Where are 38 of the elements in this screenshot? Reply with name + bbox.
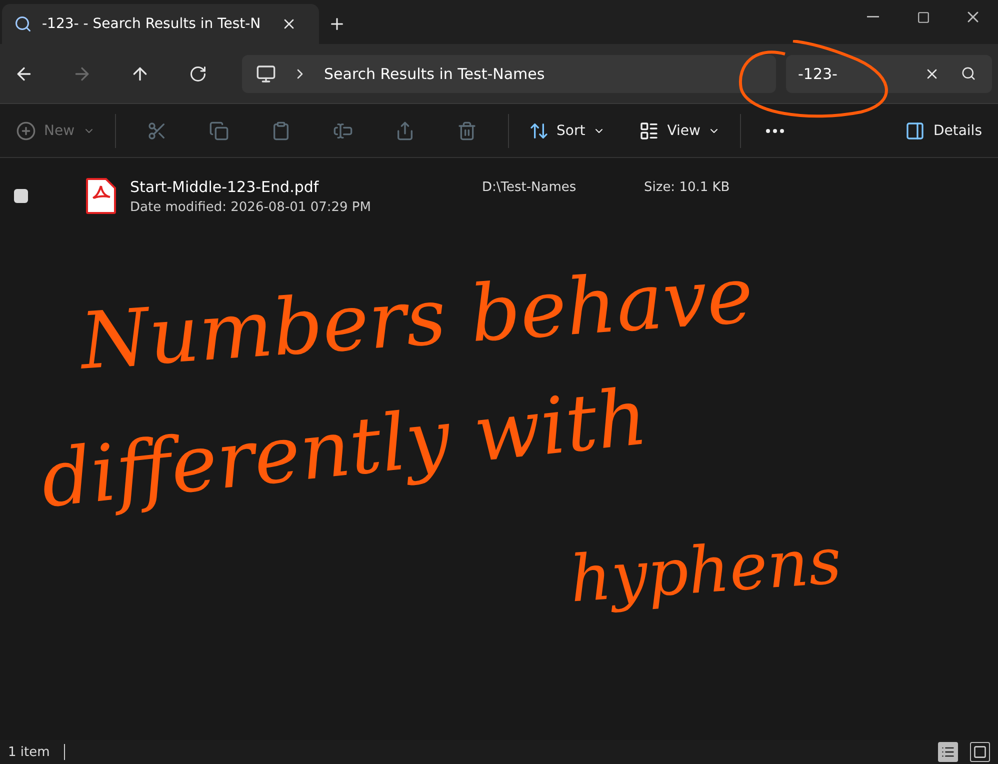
- item-count: 1 item: [8, 744, 50, 760]
- breadcrumb-text: Search Results in Test-Names: [324, 64, 545, 82]
- list-icon: [941, 745, 955, 759]
- trash-icon: [456, 120, 477, 140]
- address-bar[interactable]: Search Results in Test-Names: [242, 54, 776, 92]
- row-checkbox[interactable]: [14, 189, 28, 203]
- tab-title: -123- - Search Results in Test-N: [42, 16, 261, 32]
- file-location: D:\Test-Names: [482, 180, 578, 195]
- sort-arrows-icon: [528, 120, 549, 140]
- monitor-icon: [256, 64, 276, 84]
- window-tab[interactable]: -123- - Search Results in Test-N: [2, 4, 319, 44]
- more-icon: [766, 128, 784, 132]
- tiles-view-button[interactable]: [970, 742, 990, 762]
- pdf-file-icon: [86, 178, 116, 214]
- details-button[interactable]: Details: [897, 112, 990, 148]
- refresh-icon: [189, 64, 207, 82]
- side-panel-icon: [905, 120, 926, 140]
- text-cursor-icon: [332, 120, 353, 140]
- sort-button[interactable]: Sort: [520, 112, 614, 148]
- clipboard-icon: [270, 120, 291, 140]
- plus-circle-icon: [16, 120, 36, 140]
- square-icon: [973, 745, 987, 759]
- details-view-button[interactable]: [938, 742, 958, 762]
- search-field[interactable]: -123-: [798, 64, 914, 82]
- search-box[interactable]: -123-: [786, 54, 992, 92]
- minimize-icon: [867, 16, 879, 18]
- view-button[interactable]: View: [631, 112, 728, 148]
- scissors-icon: [146, 120, 167, 140]
- list-layout-icon: [639, 120, 660, 140]
- maximize-icon: [916, 10, 930, 24]
- handwritten-note: hyphens: [568, 524, 844, 618]
- share-icon: [394, 120, 415, 140]
- file-size: Size: 10.1 KB: [644, 180, 731, 195]
- search-icon: [960, 66, 976, 81]
- search-icon: [14, 15, 32, 33]
- file-name[interactable]: Start-Middle-123-End.pdf: [130, 178, 482, 196]
- date-modified: Date modified: 2026-08-01 07:29 PM: [130, 200, 372, 214]
- copy-icon: [208, 120, 229, 140]
